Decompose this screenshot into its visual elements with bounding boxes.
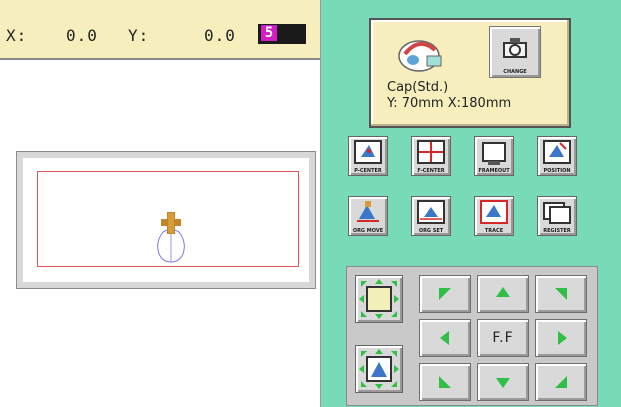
arrow-up-left-icon <box>439 288 451 300</box>
frame-name: Cap(Std.) <box>387 80 449 95</box>
design-preview <box>157 212 185 263</box>
move-up-left-button[interactable] <box>419 275 471 313</box>
trace-icon <box>480 200 508 224</box>
needle-position-icon <box>161 212 181 234</box>
embroidery-screen: X: 0.0 Y: 0.0 5 CHANGE Cap(Std.) Y: 70mm… <box>0 0 621 407</box>
needle-indicator: 5 <box>258 24 306 44</box>
design-move-icon <box>359 349 399 389</box>
frame-outline-icon <box>359 279 399 319</box>
arrow-up-icon <box>496 287 510 297</box>
move-down-left-button[interactable] <box>419 363 471 401</box>
move-down-button[interactable] <box>477 363 529 401</box>
p-center-label: P-CENTER <box>354 168 382 174</box>
register-button[interactable]: REGISTER <box>537 196 577 236</box>
org-set-label: ORG SET <box>418 228 444 234</box>
org-move-button[interactable]: ORG MOVE <box>348 196 388 236</box>
org-set-button[interactable]: ORG SET <box>411 196 451 236</box>
arrow-left-icon <box>440 331 449 345</box>
direction-pad: F.F <box>419 275 589 401</box>
arrow-down-left-icon <box>439 376 451 388</box>
frame-change-icon <box>503 38 527 58</box>
position-label: POSITION <box>543 168 571 174</box>
change-frame-button[interactable]: CHANGE <box>489 26 541 78</box>
x-label: X: <box>6 26 28 45</box>
y-value: 0.0 <box>204 26 236 45</box>
change-frame-label: CHANGE <box>503 69 527 75</box>
arrow-down-right-icon <box>555 376 567 388</box>
y-label: Y: <box>128 26 150 45</box>
coordinate-bar: X: 0.0 Y: 0.0 5 <box>0 0 320 60</box>
arrow-up-right-icon <box>555 288 567 300</box>
p-center-icon <box>354 140 382 164</box>
move-left-button[interactable] <box>419 319 471 357</box>
frame-out-icon <box>482 142 506 165</box>
frame-size-display-button[interactable] <box>355 275 403 323</box>
hoop-inner <box>23 158 309 282</box>
move-up-right-button[interactable] <box>535 275 587 313</box>
org-move-icon <box>357 201 379 222</box>
frame-out-button[interactable]: FRAMEOUT <box>474 136 514 176</box>
frame-info: CHANGE Cap(Std.) Y: 70mm X:180mm <box>369 18 571 128</box>
f-center-button[interactable]: F-CENTER <box>411 136 451 176</box>
cap-frame-icon <box>398 40 442 72</box>
frame-size: Y: 70mm X:180mm <box>387 96 512 111</box>
move-down-right-button[interactable] <box>535 363 587 401</box>
position-button[interactable]: POSITION <box>537 136 577 176</box>
register-label: REGISTER <box>543 228 571 234</box>
arrow-down-icon <box>496 378 510 388</box>
frame-out-label: FRAMEOUT <box>478 168 510 174</box>
movement-panel: F.F <box>346 266 598 406</box>
register-icon <box>543 202 571 224</box>
arrow-right-icon <box>558 331 567 345</box>
p-center-button[interactable]: P-CENTER <box>348 136 388 176</box>
f-center-icon <box>417 140 445 164</box>
x-value: 0.0 <box>66 26 98 45</box>
f-center-label: F-CENTER <box>417 168 445 174</box>
trace-button[interactable]: TRACE <box>474 196 514 236</box>
hoop-preview <box>16 151 316 289</box>
needle-number: 5 <box>261 25 277 41</box>
move-up-button[interactable] <box>477 275 529 313</box>
org-set-icon <box>417 200 445 224</box>
trace-label: TRACE <box>484 228 504 234</box>
control-panel: CHANGE Cap(Std.) Y: 70mm X:180mm P-CENTE… <box>321 0 621 407</box>
ff-button[interactable]: F.F <box>477 319 529 357</box>
preview-panel: X: 0.0 Y: 0.0 5 <box>0 0 321 407</box>
org-move-label: ORG MOVE <box>352 228 384 234</box>
move-right-button[interactable] <box>535 319 587 357</box>
design-position-button[interactable] <box>355 345 403 393</box>
position-icon <box>543 140 571 164</box>
